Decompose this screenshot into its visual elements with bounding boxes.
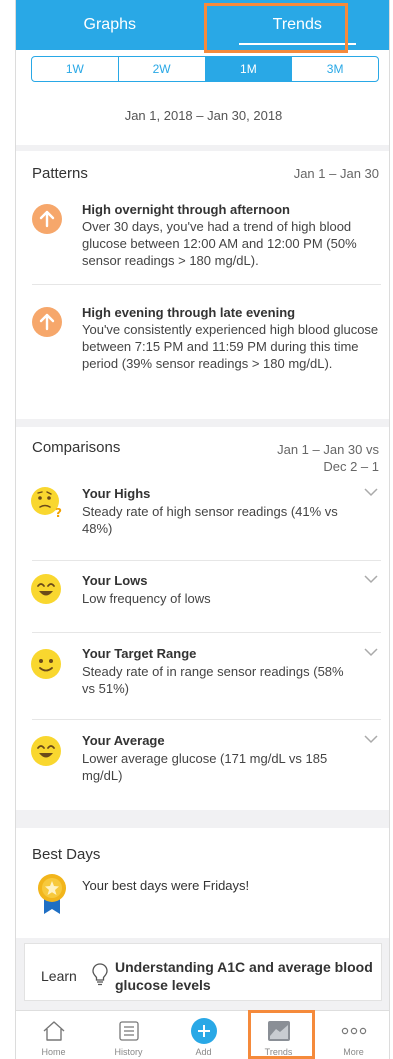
comparison-title: Your Highs: [82, 486, 151, 501]
lightbulb-icon: [92, 963, 108, 986]
comparison-description: Steady rate of in range sensor readings …: [82, 664, 344, 696]
tab-graphs-label: Graphs: [83, 16, 136, 33]
patterns-title: Patterns: [32, 165, 88, 182]
pattern-description: Over 30 days, you've had a trend of high…: [82, 219, 357, 268]
tabbar-item-more[interactable]: More: [316, 1011, 389, 1059]
learn-card[interactable]: Learn Understanding A1C and average bloo…: [24, 943, 382, 1001]
range-1m-button[interactable]: 1M: [205, 57, 293, 81]
medal-icon: [38, 874, 66, 914]
pattern-description: You've consistently experienced high blo…: [82, 322, 379, 371]
divider: [32, 632, 381, 633]
comparison-description: Low frequency of lows: [82, 591, 211, 606]
bottom-tab-bar: Home History Add Trends More: [16, 1010, 389, 1059]
add-icon: [190, 1017, 218, 1045]
tabbar-label: Add: [195, 1047, 212, 1057]
learn-text: Understanding A1C and average blood gluc…: [115, 959, 373, 993]
divider: [32, 560, 381, 561]
chevron-down-icon[interactable]: [363, 646, 379, 658]
pattern-item[interactable]: High overnight through afternoon Over 30…: [32, 201, 381, 271]
tab-trends[interactable]: Trends: [204, 0, 390, 50]
trends-icon: [265, 1017, 293, 1045]
app-frame: Graphs Trends 1W 2W 1M 3M Jan 1, 2018 – …: [15, 0, 390, 1059]
comparisons-date: Jan 1 – Jan 30 vs Dec 2 – 1: [277, 441, 379, 475]
range-1w-button[interactable]: 1W: [32, 57, 119, 81]
comparisons-title: Comparisons: [32, 439, 121, 456]
comparisons-date-line1: Jan 1 – Jan 30 vs: [277, 442, 379, 457]
range-3m-button[interactable]: 3M: [292, 57, 378, 81]
slight-smile-face-icon: [31, 649, 61, 679]
tabbar-item-history[interactable]: History: [91, 1011, 166, 1059]
tabbar-item-home[interactable]: Home: [16, 1011, 91, 1059]
chevron-down-icon[interactable]: [363, 573, 379, 585]
pattern-item[interactable]: High evening through late evening You've…: [32, 304, 381, 394]
smiling-face-icon: [31, 736, 61, 766]
history-icon: [115, 1017, 143, 1045]
tabbar-label: Trends: [264, 1047, 293, 1057]
patterns-card: Patterns Jan 1 – Jan 30 High overnight t…: [16, 151, 389, 419]
tabbar-label: Home: [41, 1047, 66, 1057]
pattern-title: High overnight through afternoon: [82, 202, 290, 217]
chevron-down-icon[interactable]: [363, 733, 379, 745]
tabbar-item-trends[interactable]: Trends: [241, 1011, 316, 1059]
range-section: 1W 2W 1M 3M Jan 1, 2018 – Jan 30, 2018: [16, 50, 389, 145]
up-arrow-icon: [32, 204, 62, 234]
chevron-down-icon[interactable]: [363, 486, 379, 498]
comparison-title: Your Target Range: [82, 646, 197, 661]
tab-graphs[interactable]: Graphs: [16, 0, 204, 50]
tabbar-item-add[interactable]: Add: [166, 1011, 241, 1059]
comparison-item-target-range[interactable]: Your Target Range Steady rate of in rang…: [16, 646, 389, 706]
comparison-description: Steady rate of high sensor readings (41%…: [82, 504, 338, 536]
learn-label: Learn: [41, 968, 77, 984]
home-icon: [40, 1017, 68, 1045]
comparison-item-average[interactable]: Your Average Lower average glucose (171 …: [16, 733, 389, 793]
best-days-text: Your best days were Fridays!: [82, 878, 250, 893]
svg-text:?: ?: [55, 506, 62, 518]
divider: [32, 284, 381, 285]
up-arrow-icon: [32, 307, 62, 337]
thinking-face-icon: ?: [31, 487, 62, 518]
tabbar-label: More: [343, 1047, 364, 1057]
best-days-title: Best Days: [32, 846, 101, 863]
comparison-title: Your Lows: [82, 573, 148, 588]
range-2w-button[interactable]: 2W: [119, 57, 206, 81]
view-tabs: Graphs Trends: [16, 0, 390, 50]
comparison-item-highs[interactable]: ? Your Highs Steady rate of high sensor …: [16, 486, 389, 546]
more-icon: [340, 1017, 368, 1045]
best-days-card: Best Days Your best days were Fridays!: [16, 828, 389, 938]
smiling-face-icon: [31, 574, 61, 604]
tabbar-label: History: [114, 1047, 143, 1057]
pattern-title: High evening through late evening: [82, 305, 296, 320]
comparison-item-lows[interactable]: Your Lows Low frequency of lows: [16, 573, 389, 613]
comparison-title: Your Average: [82, 733, 165, 748]
patterns-date: Jan 1 – Jan 30: [293, 166, 379, 181]
comparisons-date-line2: Dec 2 – 1: [323, 459, 379, 474]
range-selector: 1W 2W 1M 3M: [31, 56, 379, 82]
comparisons-card: Comparisons Jan 1 – Jan 30 vs Dec 2 – 1 …: [16, 427, 389, 810]
date-range: Jan 1, 2018 – Jan 30, 2018: [124, 108, 283, 123]
comparison-description: Lower average glucose (171 mg/dL vs 185 …: [82, 751, 328, 783]
divider: [32, 719, 381, 720]
tab-trends-label: Trends: [272, 16, 322, 33]
